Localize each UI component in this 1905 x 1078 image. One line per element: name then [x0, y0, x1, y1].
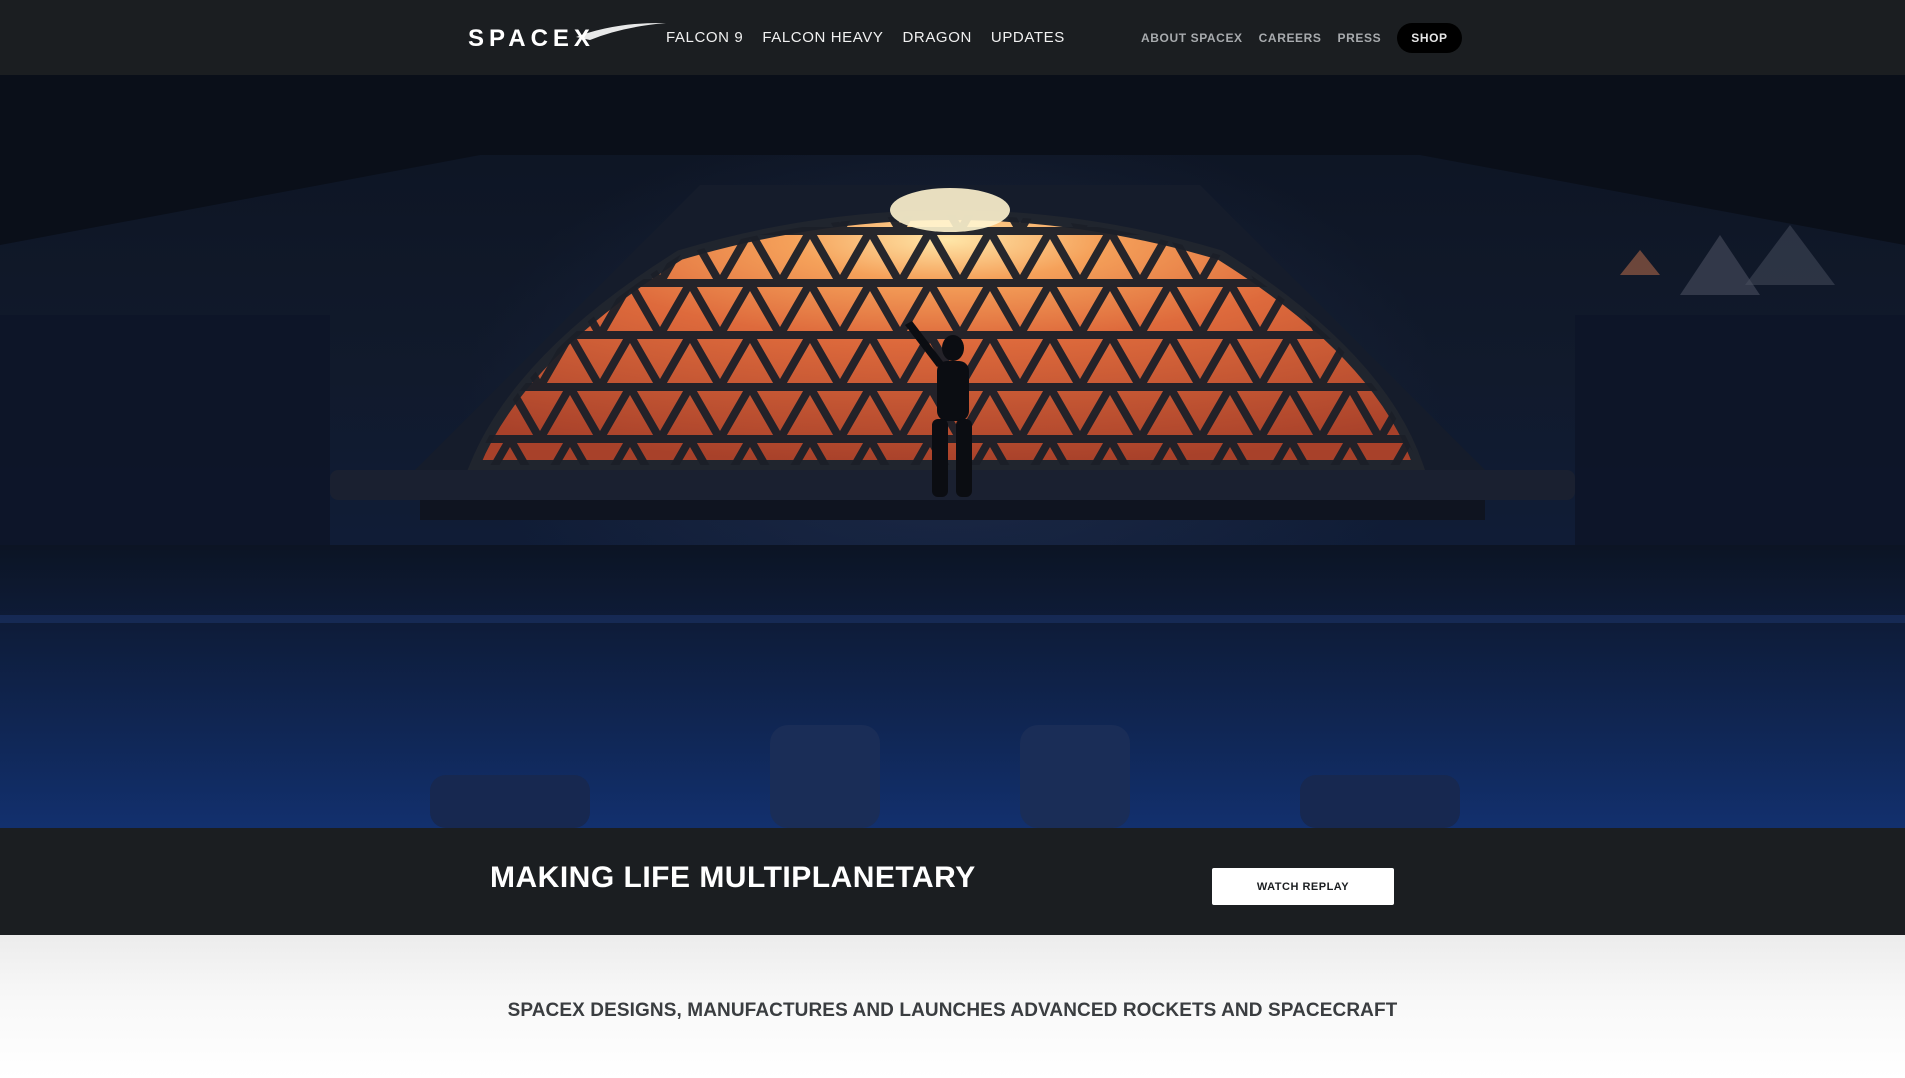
spacex-logo[interactable]: SPACEX: [466, 20, 666, 50]
sun-glare: [890, 188, 1010, 232]
nav-careers[interactable]: CAREERS: [1259, 31, 1322, 45]
window-sill: [330, 470, 1575, 500]
floor-rail: [0, 615, 1905, 623]
hero-image: [0, 75, 1905, 828]
nav-about-spacex[interactable]: ABOUT SPACEX: [1141, 31, 1243, 45]
nav-falcon-heavy[interactable]: FALCON HEAVY: [762, 29, 883, 46]
left-wall-panel: [0, 315, 330, 555]
console: [420, 500, 1485, 520]
hero-banner: MAKING LIFE MULTIPLANETARY WATCH REPLAY: [0, 828, 1905, 935]
right-wall-panel: [1575, 315, 1905, 555]
page: SPACEX FALCON 9 FALCON HEAVY DRAGON UPDA…: [0, 0, 1905, 1078]
flare-1: [1620, 250, 1660, 275]
watch-replay-button[interactable]: WATCH REPLAY: [1212, 868, 1394, 905]
flare-3: [1745, 225, 1835, 285]
secondary-nav: ABOUT SPACEX CAREERS PRESS SHOP: [1141, 0, 1462, 75]
nav-dragon[interactable]: DRAGON: [902, 29, 971, 46]
hero-scene: [0, 75, 1905, 828]
nav-shop-button[interactable]: SHOP: [1397, 22, 1462, 53]
seat-far-right: [1300, 775, 1460, 828]
tagline: SPACEX DESIGNS, MANUFACTURES AND LAUNCHE…: [507, 1000, 1398, 1021]
cabin-floor: [0, 545, 1905, 828]
nav-press[interactable]: PRESS: [1338, 31, 1382, 45]
svg-text:SPACEX: SPACEX: [468, 25, 595, 50]
nav-updates[interactable]: UPDATES: [991, 29, 1065, 46]
banner-title: MAKING LIFE MULTIPLANETARY: [490, 861, 976, 894]
seat-right: [1020, 725, 1130, 828]
flare-2: [1680, 235, 1760, 295]
main-nav: FALCON 9 FALCON HEAVY DRAGON UPDATES: [666, 0, 1065, 75]
site-header: SPACEX FALCON 9 FALCON HEAVY DRAGON UPDA…: [0, 0, 1905, 75]
nav-falcon-9[interactable]: FALCON 9: [666, 29, 743, 46]
tagline-section: SPACEX DESIGNS, MANUFACTURES AND LAUNCHE…: [0, 935, 1905, 1078]
seat-left: [770, 725, 880, 828]
seat-far-left: [430, 775, 590, 828]
